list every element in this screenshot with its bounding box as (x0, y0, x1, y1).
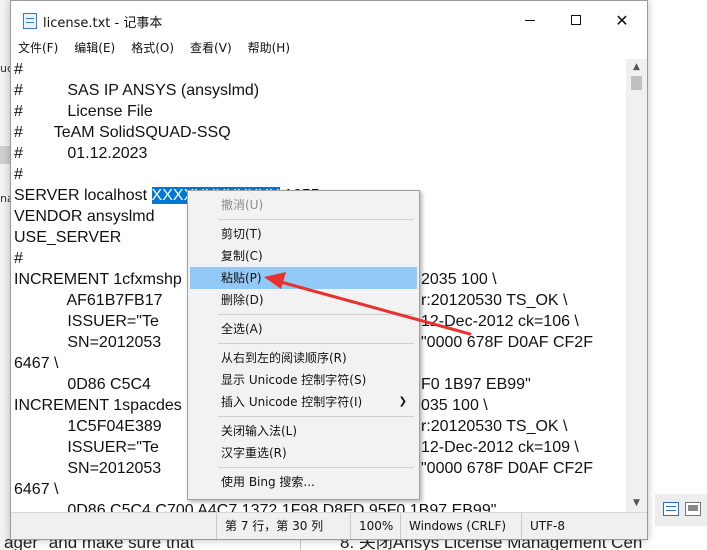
chevron-right-icon: ❯ (398, 396, 407, 407)
maximize-icon (571, 15, 581, 25)
menu-separator (218, 219, 414, 220)
text-line-fragment: 12-Dec-2012 ck=106 \ (421, 313, 579, 330)
text-line: ISSUER="Te (14, 313, 159, 330)
normal-view-icon[interactable] (663, 502, 679, 516)
menu-item-insert-unicode[interactable]: 插入 Unicode 控制字符(I) ❯ (190, 391, 417, 413)
text-line: 6467 \ (14, 481, 59, 498)
menu-item-select-all[interactable]: 全选(A) (190, 318, 417, 340)
menu-separator (218, 343, 414, 344)
window-title: license.txt - 记事本 (43, 16, 163, 31)
text-line: VENDOR ansyslmd (14, 208, 155, 225)
text-line-fragment: 12-Dec-2012 ck=109 \ (421, 439, 579, 456)
menu-separator (218, 314, 414, 315)
status-bar: 第 7 行，第 30 列 100% Windows (CRLF) UTF-8 (11, 512, 647, 539)
text-line: INCREMENT 1cfxmshp (14, 271, 182, 288)
text-line-fragment: F0 1B97 EB99" (421, 376, 531, 393)
text-line: # (14, 61, 23, 78)
text-line: # (14, 250, 23, 267)
menu-item-bing-search[interactable]: 使用 Bing 搜索... (190, 471, 417, 493)
background-view-toggle (655, 494, 707, 526)
text-line: SN=2012053 (14, 460, 162, 477)
text-line: SN=2012053 (14, 334, 162, 351)
minimize-icon (525, 19, 535, 21)
text-line: # TeAM SolidSQUAD-SSQ (14, 124, 231, 141)
menu-item-reconvert[interactable]: 汉字重选(R) (190, 442, 417, 464)
menu-file[interactable]: 文件(F) (11, 39, 67, 59)
text-line: # 01.12.2023 (14, 145, 148, 162)
vertical-scrollbar[interactable]: ▲ ▼ (626, 59, 647, 512)
text-line-fragment: 2035 100 \ (421, 271, 497, 288)
menu-help[interactable]: 帮助(H) (241, 39, 299, 59)
menu-item-delete[interactable]: 删除(D) (190, 289, 417, 311)
minimize-button[interactable] (507, 1, 553, 39)
text-line: 0D86 C5C4 (14, 376, 151, 393)
menu-item-cut[interactable]: 剪切(T) (190, 223, 417, 245)
text-line: AF61B7FB17 (14, 292, 163, 309)
menu-item-close-ime[interactable]: 关闭输入法(L) (190, 420, 417, 442)
menu-view[interactable]: 查看(V) (183, 39, 241, 59)
reading-view-icon[interactable] (685, 502, 701, 516)
cursor-position: 第 7 行，第 30 列 (216, 513, 345, 539)
text-line: 6467 \ (14, 355, 59, 372)
scroll-thumb[interactable] (631, 76, 642, 90)
background-block (0, 146, 10, 164)
text-line: 0D86 C5C4 C700 A4C7 1372 1F98 D8FD 95F0 … (14, 502, 497, 512)
text-line-fragment: "0000 678F D0AF CF2F (421, 460, 593, 477)
menu-item-label: 插入 Unicode 控制字符(I) (221, 395, 363, 409)
text-line-fragment: r:20120530 TS_OK \ (421, 418, 568, 435)
text-line: # (14, 166, 23, 183)
text-line: ISSUER="Te (14, 439, 159, 456)
menu-item-undo: 撤消(U) (221, 198, 264, 212)
text-line-fragment: r:20120530 TS_OK \ (421, 292, 568, 309)
text-line-fragment: "0000 678F D0AF CF2F (421, 334, 593, 351)
menu-separator (218, 467, 414, 468)
text-line: # License File (14, 103, 153, 120)
scroll-down-icon[interactable]: ▼ (626, 495, 647, 512)
menu-item-paste[interactable]: 粘贴(P) (190, 267, 417, 289)
menu-separator (218, 416, 414, 417)
text-line: USE_SERVER (14, 229, 122, 246)
text-line: INCREMENT 1spacdes (14, 397, 182, 414)
text-line: # SAS IP ANSYS (ansyslmd) (14, 82, 260, 99)
menu-item-rtl-reading[interactable]: 从右到左的阅读顺序(R) (190, 347, 417, 369)
zoom-level: 100% (350, 513, 399, 539)
encoding: UTF-8 (521, 513, 630, 539)
server-prefix: SERVER localhost (14, 187, 152, 204)
close-button[interactable]: ✕ (599, 1, 645, 39)
text-line: 1C5F04E389 (14, 418, 162, 435)
menu-edit[interactable]: 编辑(E) (67, 39, 124, 59)
context-menu: 撤消(U) 剪切(T) 复制(C) 粘贴(P) 删除(D) 全选(A) 从右到左… (187, 190, 420, 500)
maximize-button[interactable] (553, 1, 599, 39)
line-ending: Windows (CRLF) (400, 513, 511, 539)
title-bar[interactable]: license.txt - 记事本 ✕ (11, 1, 647, 39)
menu-item-copy[interactable]: 复制(C) (190, 245, 417, 267)
notepad-icon (23, 13, 37, 29)
menu-bar: 文件(F) 编辑(E) 格式(O) 查看(V) 帮助(H) (11, 39, 647, 59)
text-line-fragment: 035 100 \ (421, 397, 488, 414)
scroll-up-icon[interactable]: ▲ (626, 59, 647, 76)
menu-format[interactable]: 格式(O) (124, 39, 183, 59)
menu-item-show-unicode[interactable]: 显示 Unicode 控制字符(S) (190, 369, 417, 391)
